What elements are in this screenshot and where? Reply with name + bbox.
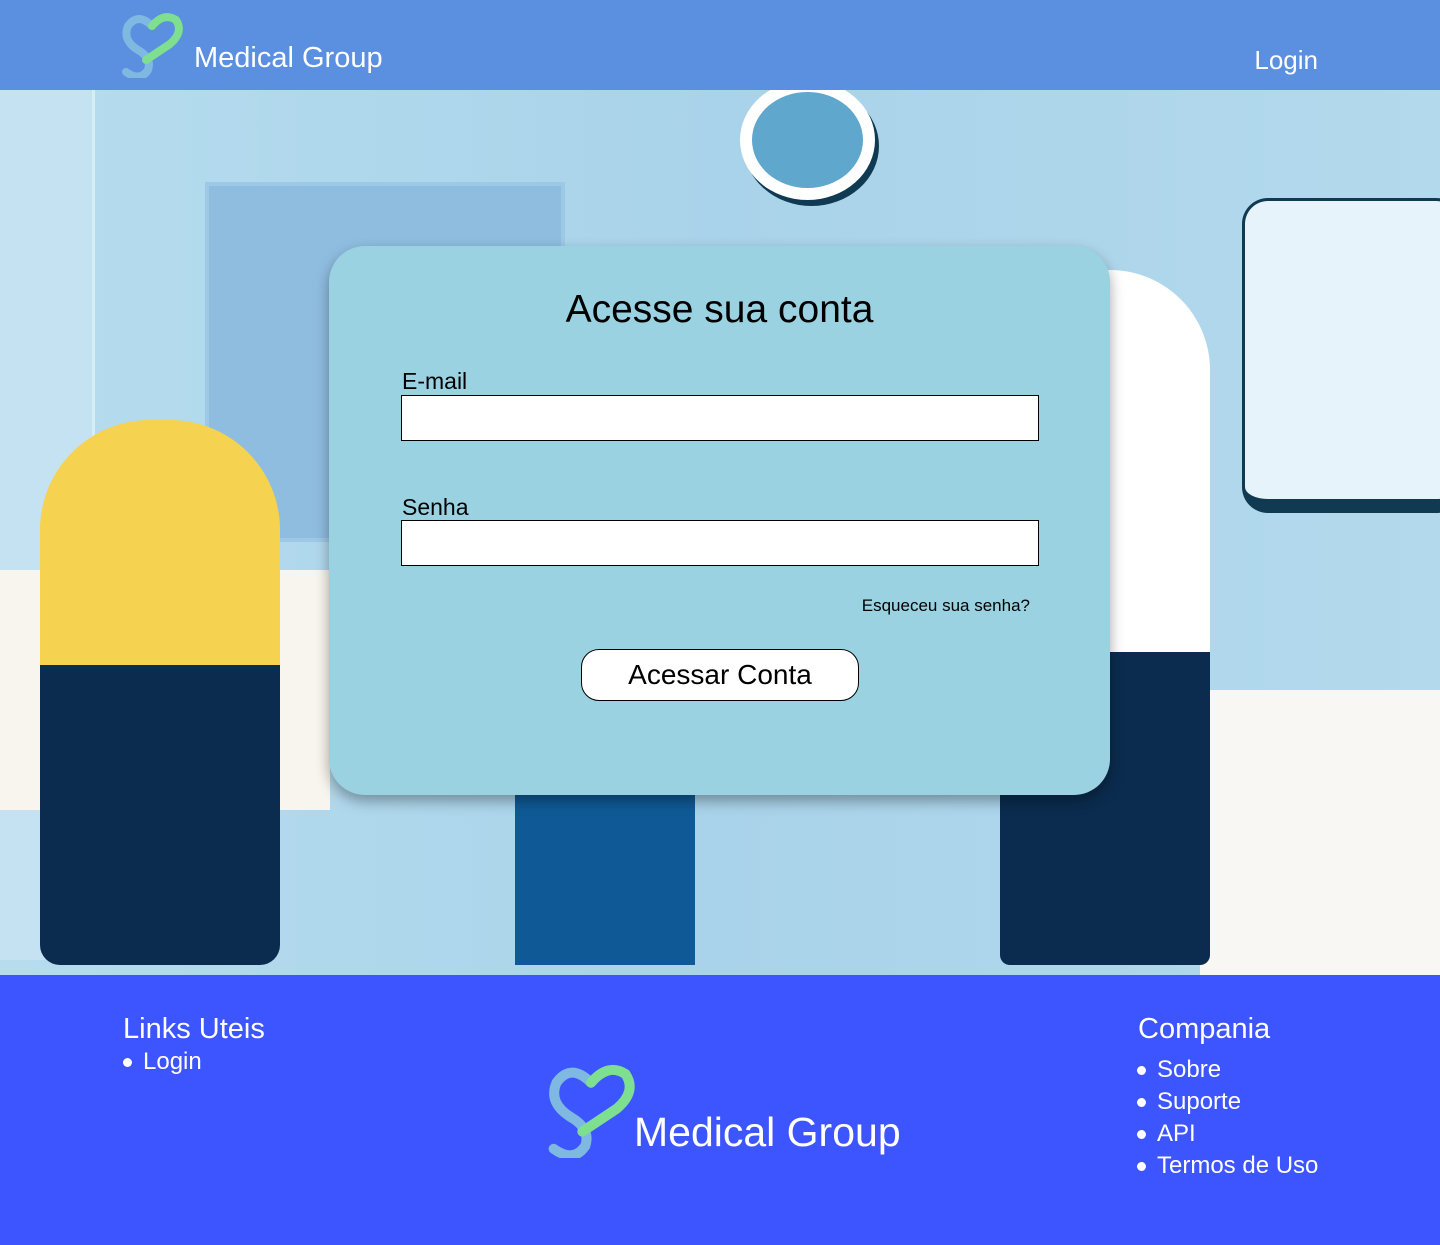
useful-links-title: Links Uteis — [123, 1013, 265, 1045]
heart-logo-icon — [548, 1064, 635, 1158]
cabinet-illustration — [1200, 690, 1440, 975]
password-input[interactable] — [401, 520, 1039, 566]
legs-illustration — [515, 790, 695, 965]
header-login-link[interactable]: Login — [1254, 45, 1318, 76]
footer-support-link[interactable]: Suporte — [1137, 1088, 1241, 1116]
email-input[interactable] — [401, 395, 1039, 441]
heart-logo-icon — [122, 13, 183, 78]
submit-button[interactable]: Acessar Conta — [581, 649, 859, 701]
footer-about-link[interactable]: Sobre — [1137, 1056, 1221, 1084]
clock-icon — [740, 90, 875, 200]
email-label: E-mail — [402, 368, 468, 394]
footer-brand-name: Medical Group — [634, 1109, 901, 1155]
footer: Links Uteis Login Medical Group Compania… — [0, 975, 1440, 1245]
forgot-password-link[interactable]: Esqueceu sua senha? — [862, 596, 1030, 616]
form-title: Acesse sua conta — [565, 288, 874, 331]
footer-api-link[interactable]: API — [1137, 1120, 1196, 1148]
patient-illustration — [40, 420, 280, 965]
login-card: Acesse sua conta E-mail Senha Esqueceu s… — [329, 246, 1110, 795]
footer-login-link[interactable]: Login — [123, 1048, 202, 1076]
header: Medical Group Login — [0, 0, 1440, 90]
company-title: Compania — [1138, 1013, 1271, 1045]
brand-name: Medical Group — [194, 42, 383, 74]
footer-terms-link[interactable]: Termos de Uso — [1137, 1152, 1318, 1180]
password-label: Senha — [402, 494, 469, 520]
monitor-illustration — [1242, 198, 1440, 513]
